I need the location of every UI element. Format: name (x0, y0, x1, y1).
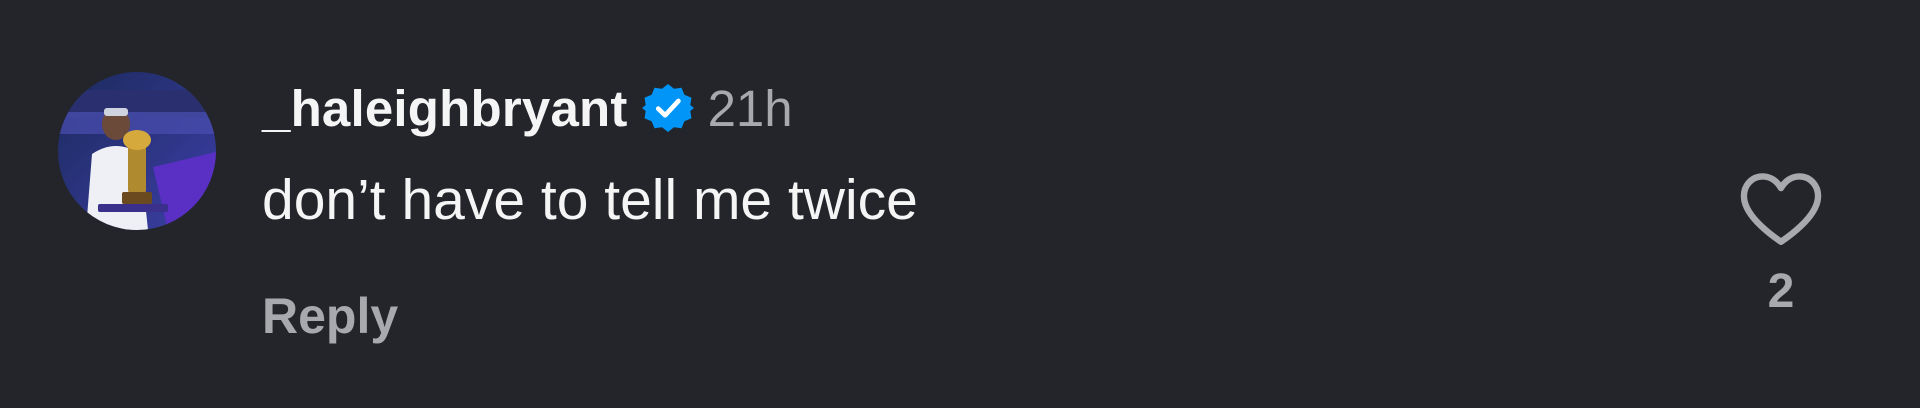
username[interactable]: _haleighbryant (262, 79, 628, 138)
timestamp: 21h (707, 79, 793, 137)
comment-header: _haleighbryant 21h (262, 78, 793, 138)
like-button[interactable] (1738, 170, 1824, 248)
comment-row: _haleighbryant 21h don’t have to tell me… (0, 0, 1920, 408)
like-count: 2 (1767, 265, 1795, 318)
verified-badge-icon (641, 82, 694, 134)
comment-text: don’t have to tell me twice (262, 168, 918, 232)
avatar-image (58, 72, 216, 230)
heart-icon (1740, 173, 1822, 245)
reply-button[interactable]: Reply (262, 286, 398, 346)
avatar[interactable] (58, 72, 216, 230)
